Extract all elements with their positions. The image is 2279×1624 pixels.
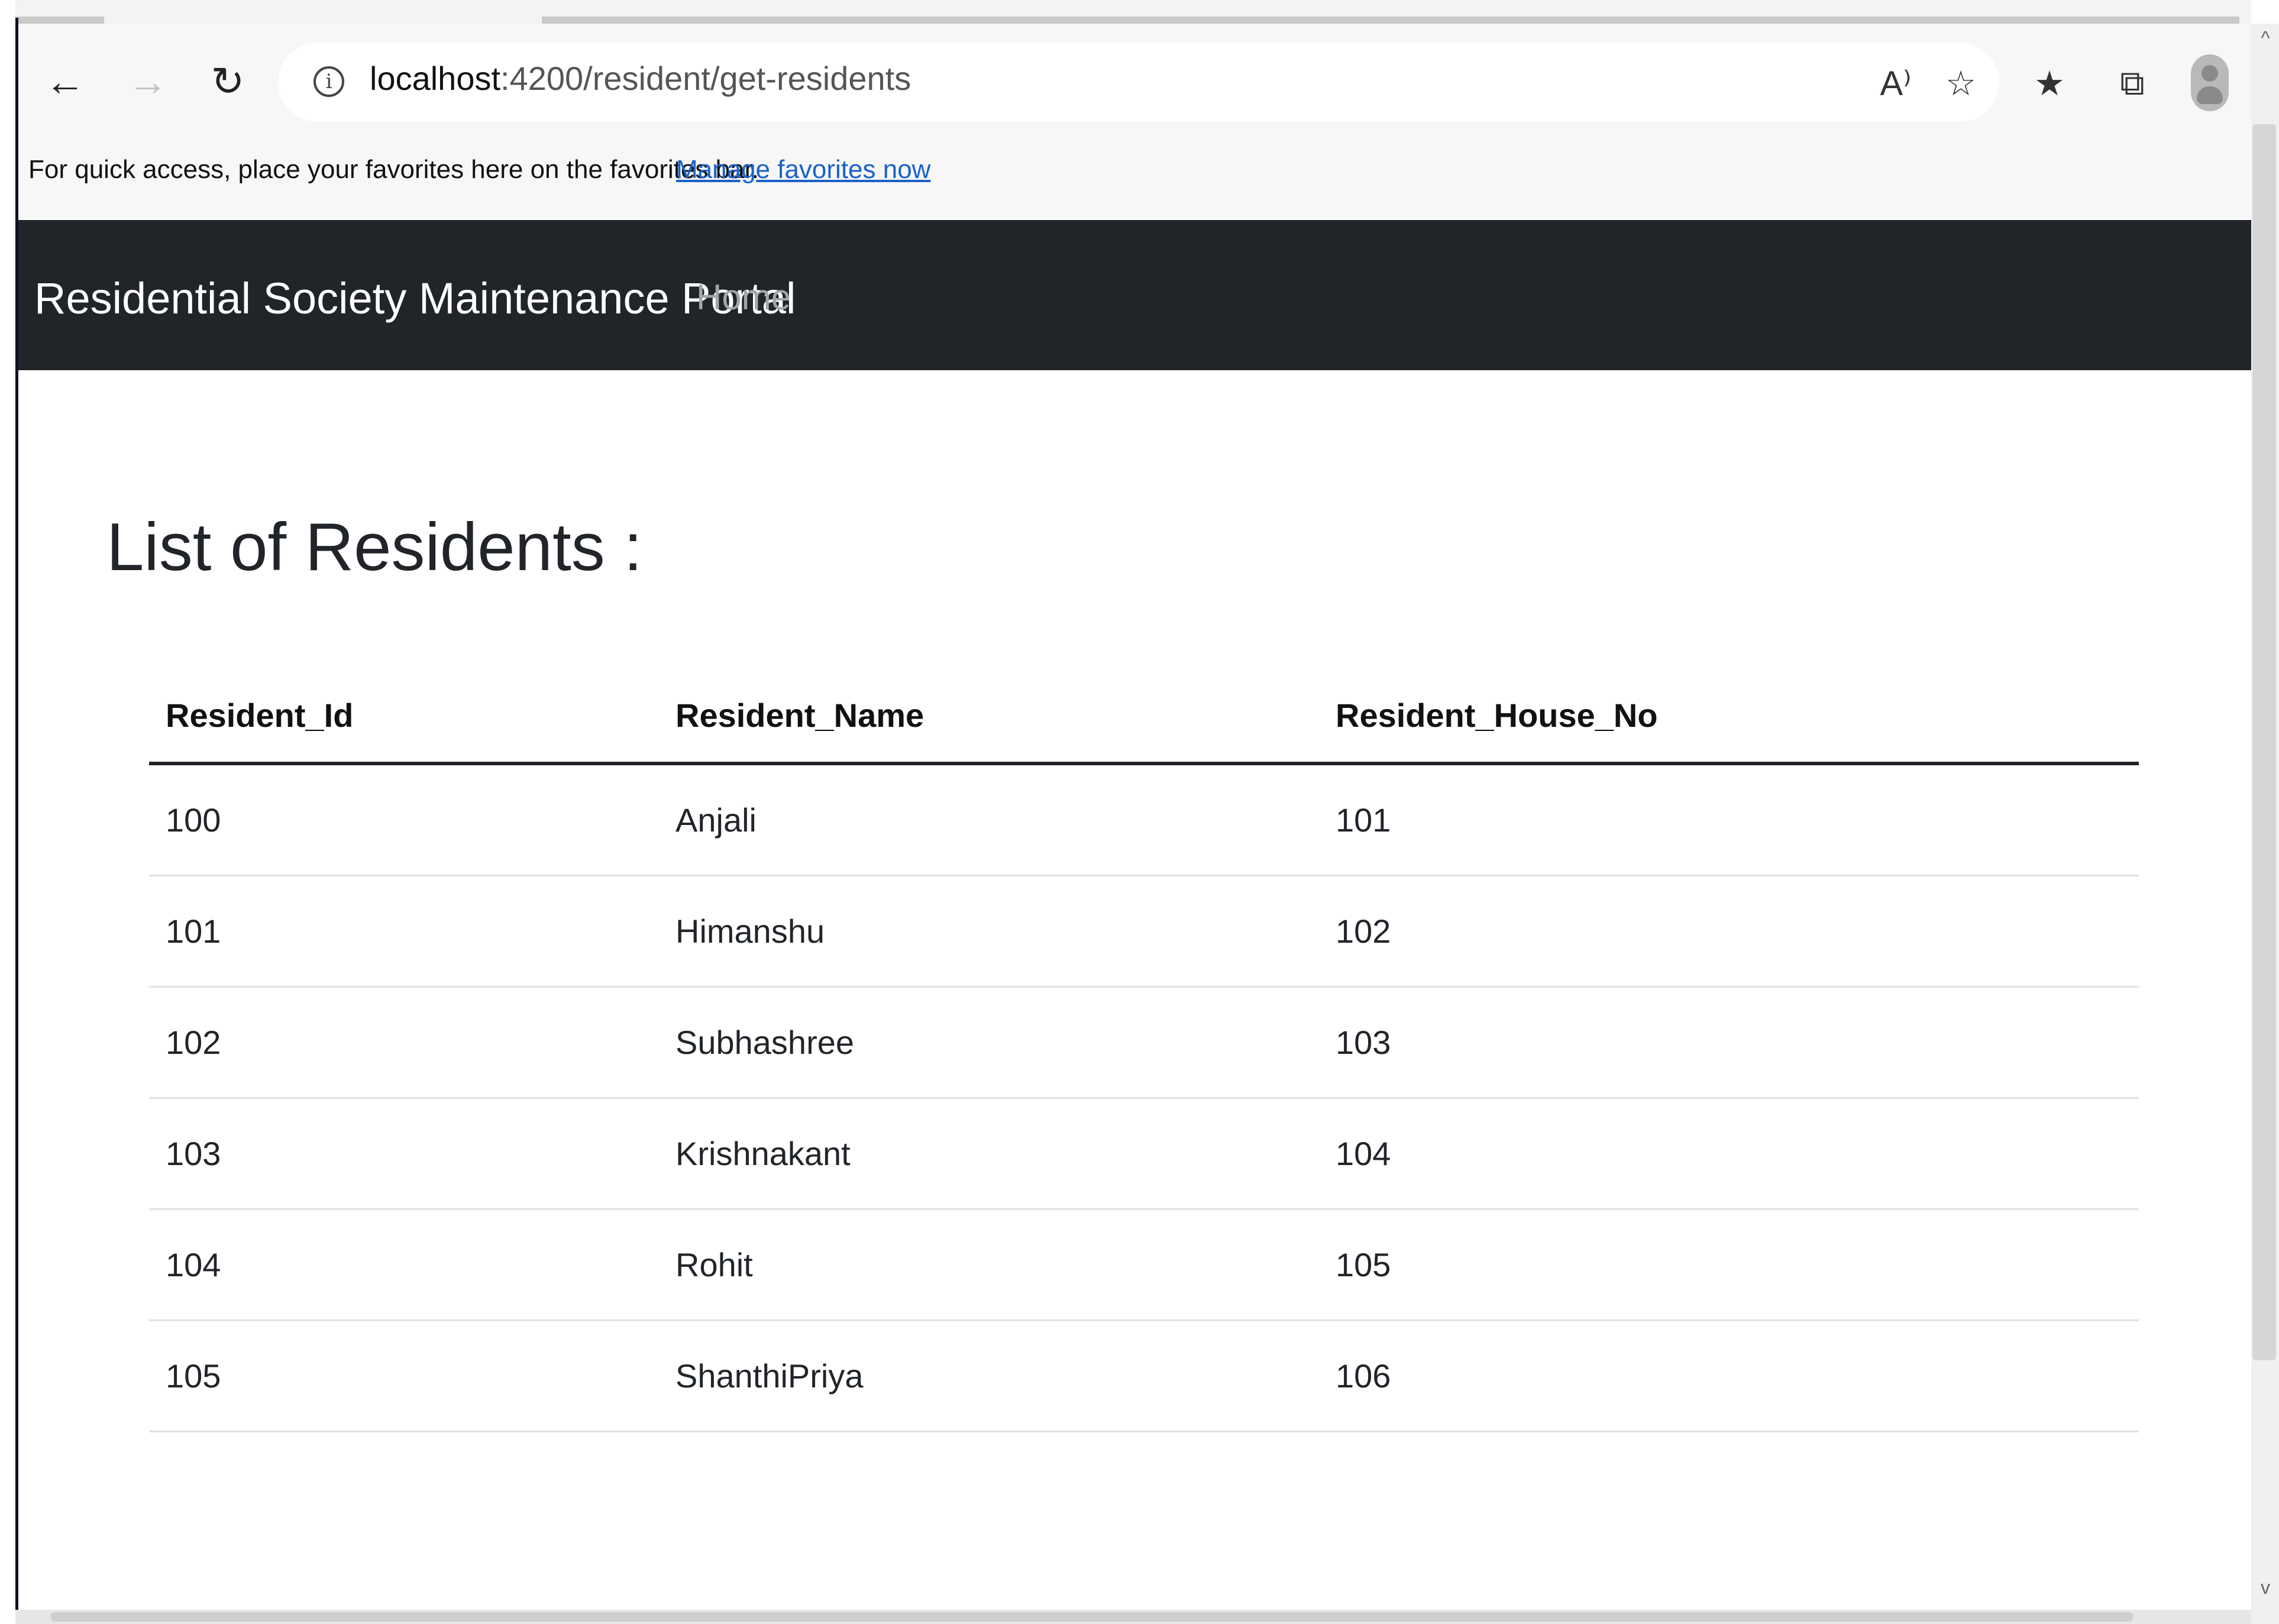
cell-resident-id: 103 — [166, 1135, 221, 1172]
url-host: localhost — [370, 60, 501, 97]
table-row: 104 Rohit 105 — [149, 1210, 2139, 1321]
scroll-down-button[interactable]: v — [2255, 1576, 2276, 1599]
tab-strip-edge — [15, 17, 104, 24]
refresh-icon: ↻ — [211, 59, 245, 104]
favorites-bar-hint: For quick access, place your favorites h… — [28, 155, 759, 184]
table-row: 105 ShanthiPriya 106 — [149, 1321, 2139, 1432]
table-row: 100 Anjali 101 — [149, 765, 2139, 876]
collections-icon: ⧉ — [2120, 64, 2145, 102]
column-header-resident-id: Resident_Id — [166, 696, 354, 734]
navbar-brand[interactable]: Residential Society Maintenance Portal — [34, 273, 796, 323]
horizontal-scrollbar-track[interactable] — [15, 1610, 2251, 1624]
read-aloud-icon: A⁾ — [1880, 64, 1912, 103]
star-add-icon: ☆ — [1945, 64, 1976, 103]
horizontal-scrollbar-thumb[interactable] — [51, 1612, 2133, 1622]
cell-resident-name: Krishnakant — [675, 1135, 851, 1172]
cell-resident-id: 105 — [166, 1357, 221, 1395]
cell-resident-house-no: 105 — [1336, 1246, 1391, 1283]
column-header-resident-house-no: Resident_House_No — [1336, 696, 1658, 734]
refresh-button[interactable]: ↻ — [204, 52, 251, 111]
cell-resident-house-no: 103 — [1336, 1024, 1391, 1061]
cell-resident-id: 102 — [166, 1024, 221, 1061]
forward-button[interactable]: → — [124, 52, 172, 111]
url-path: :4200/resident/get-residents — [500, 60, 911, 97]
vertical-scrollbar-thumb[interactable] — [2252, 124, 2276, 1360]
read-aloud-button[interactable]: A⁾ — [1869, 57, 1922, 110]
cell-resident-name: Subhashree — [675, 1024, 855, 1061]
manage-favorites-link[interactable]: Manage favorites now — [676, 155, 930, 185]
cell-resident-name: Rohit — [675, 1246, 753, 1283]
column-header-resident-name: Resident_Name — [675, 696, 924, 734]
table-header-row: Resident_Id Resident_Name Resident_House… — [149, 668, 2139, 765]
favorites-icon: ★ — [2034, 64, 2065, 103]
table-row: 102 Subhashree 103 — [149, 988, 2139, 1099]
tab-strip — [15, 0, 2251, 24]
cell-resident-name: Himanshu — [675, 913, 825, 950]
cell-resident-house-no: 104 — [1336, 1135, 1391, 1172]
collections-button[interactable]: ⧉ — [2106, 57, 2159, 110]
url-text[interactable]: localhost:4200/resident/get-residents — [370, 59, 911, 98]
tab-strip-divider — [542, 17, 2239, 24]
nav-link-home[interactable]: Home — [696, 277, 791, 318]
cell-resident-id: 101 — [166, 913, 221, 950]
chevron-down-icon: v — [2261, 1576, 2270, 1598]
table-row: 103 Krishnakant 104 — [149, 1099, 2139, 1210]
cell-resident-id: 100 — [166, 801, 221, 839]
site-info-icon[interactable]: i — [313, 66, 344, 97]
cell-resident-house-no: 102 — [1336, 913, 1391, 950]
browser-window: ← → ↻ i localhost:4200/resident/get-resi… — [0, 0, 2279, 1624]
chevron-up-icon: ^ — [2261, 27, 2270, 48]
window-left-edge — [0, 18, 18, 1624]
profile-avatar-icon[interactable] — [2191, 54, 2229, 111]
back-button[interactable]: ← — [41, 52, 89, 111]
cell-resident-name: Anjali — [675, 801, 757, 839]
favorites-button[interactable]: ★ — [2023, 57, 2076, 110]
table-row: 101 Himanshu 102 — [149, 876, 2139, 988]
residents-table: Resident_Id Resident_Name Resident_House… — [149, 668, 2139, 1432]
cell-resident-id: 104 — [166, 1246, 221, 1283]
scroll-up-button[interactable]: ^ — [2255, 26, 2276, 50]
arrow-left-icon: ← — [45, 59, 85, 104]
page-title: List of Residents : — [106, 510, 643, 585]
add-favorite-button[interactable]: ☆ — [1934, 57, 1987, 110]
cell-resident-house-no: 101 — [1336, 801, 1391, 839]
cell-resident-name: ShanthiPriya — [675, 1357, 864, 1395]
cell-resident-house-no: 106 — [1336, 1357, 1391, 1395]
arrow-right-icon: → — [128, 59, 168, 104]
